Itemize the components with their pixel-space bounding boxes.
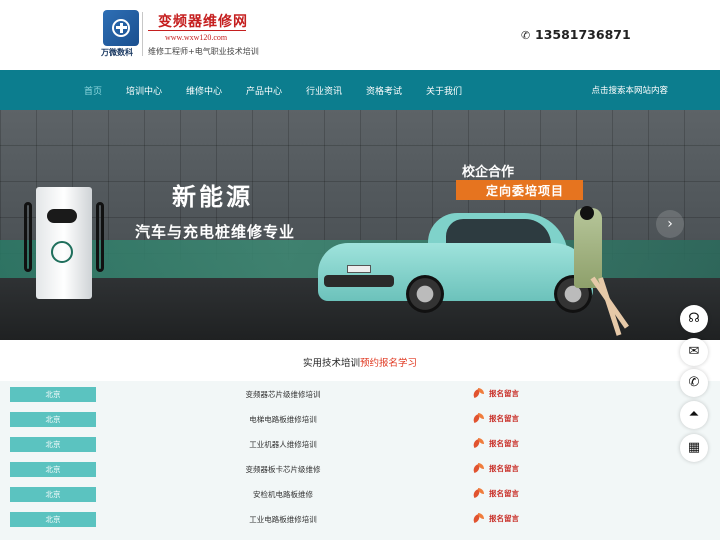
signup-button[interactable]: 报名留言 — [473, 463, 519, 474]
nav-item-home[interactable]: 首页 — [84, 84, 102, 97]
company-logo[interactable] — [103, 10, 139, 46]
signup-label: 报名留言 — [489, 414, 519, 423]
course-list: 北京 变频器芯片级维修培训 报名留言 北京 电梯电路板维修培训 报名留言 北京 … — [0, 381, 720, 540]
signup-icon — [473, 388, 484, 397]
site-url: www.wxw120.com — [165, 33, 228, 42]
nav-search-link[interactable]: 点击搜索本网站内容 — [591, 84, 668, 96]
charger-cable-right — [96, 202, 104, 272]
car-plate — [347, 265, 371, 273]
course-name[interactable]: 变频器芯片级维修培训 — [150, 389, 416, 400]
model-person-head — [580, 206, 594, 220]
header-phone[interactable]: ✆ 13581736871 — [521, 27, 631, 42]
course-row: 北京 变频器板卡芯片级维修 报名留言 — [0, 457, 720, 482]
charger-cable-left — [24, 202, 32, 272]
signup-icon — [473, 413, 484, 422]
course-name[interactable]: 电梯电路板维修培训 — [150, 414, 416, 425]
banner-subtitle: 汽车与充电桩维修专业 — [135, 223, 296, 241]
course-name[interactable]: 工业机器人维修培训 — [150, 439, 416, 450]
signup-icon — [473, 488, 484, 497]
phone-icon[interactable]: ✆ — [680, 369, 708, 397]
site-header: 万微数科 变频器维修网 www.wxw120.com 维修工程师+电气职业技术培… — [0, 0, 720, 70]
apps-icon[interactable]: ▦ — [680, 434, 708, 462]
course-city-tag: 北京 — [10, 387, 96, 402]
course-city-tag: 北京 — [10, 512, 96, 527]
banner-title: 新能源 — [172, 183, 253, 211]
nav-item-exam[interactable]: 资格考试 — [366, 84, 402, 97]
car-front-wheel — [406, 275, 444, 313]
headset-icon[interactable]: ☊ — [680, 305, 708, 333]
phone-icon: ✆ — [521, 29, 531, 42]
course-name[interactable]: 安检机电路板维修 — [150, 489, 416, 500]
phone-number: 13581736871 — [535, 27, 631, 42]
signup-button[interactable]: 报名留言 — [473, 488, 519, 499]
course-city-tag: 北京 — [10, 437, 96, 452]
charger-logo-icon — [51, 241, 73, 263]
site-name-underline — [148, 30, 246, 31]
search-icon[interactable]: ⌕ — [661, 83, 667, 94]
courses-heading: 实用技术培训预约报名学习 — [0, 355, 720, 369]
logo-divider — [142, 12, 143, 56]
signup-icon — [473, 438, 484, 447]
course-row: 北京 变频器芯片级维修培训 报名留言 — [0, 382, 720, 407]
signup-button[interactable]: 报名留言 — [473, 438, 519, 449]
signup-button[interactable]: 报名留言 — [473, 413, 519, 424]
electric-car-image — [318, 213, 598, 313]
course-city-tag: 北京 — [10, 487, 96, 502]
nav-item-repair[interactable]: 维修中心 — [186, 84, 222, 97]
course-row: 北京 工业电路板维修培训 报名留言 — [0, 507, 720, 532]
main-nav: 首页 培训中心 维修中心 产品中心 行业资讯 资格考试 关于我们 点击搜索本网站… — [0, 70, 720, 110]
signup-label: 报名留言 — [489, 514, 519, 523]
nav-item-news[interactable]: 行业资讯 — [306, 84, 342, 97]
back-to-top-icon[interactable]: ⏶ — [680, 401, 708, 429]
signup-button[interactable]: 报名留言 — [473, 388, 519, 399]
banner-coop-title: 校企合作 — [462, 165, 515, 180]
course-city-tag: 北京 — [10, 412, 96, 427]
hero-banner[interactable]: 新能源 汽车与充电桩维修专业 校企合作 定向委培项目 › — [0, 110, 720, 340]
company-name: 万微数科 — [101, 47, 133, 57]
model-person-image — [574, 208, 602, 288]
course-row: 北京 工业机器人维修培训 报名留言 — [0, 432, 720, 457]
banner-next-arrow[interactable]: › — [656, 210, 684, 238]
course-name[interactable]: 变频器板卡芯片级维修 — [150, 464, 416, 475]
charging-station-image — [36, 187, 92, 299]
courses-heading-prefix: 实用技术培训 — [302, 358, 360, 369]
banner-coop-label: 定向委培项目 — [486, 184, 565, 198]
nav-item-training[interactable]: 培训中心 — [126, 84, 162, 97]
nav-item-about[interactable]: 关于我们 — [426, 84, 462, 97]
signup-icon — [473, 463, 484, 472]
course-row: 北京 电梯电路板维修培训 报名留言 — [0, 407, 720, 432]
signup-icon — [473, 513, 484, 522]
course-city-tag: 北京 — [10, 462, 96, 477]
signup-label: 报名留言 — [489, 389, 519, 398]
courses-heading-highlight[interactable]: 预约报名学习 — [360, 358, 417, 369]
course-row: 北京 安检机电路板维修 报名留言 — [0, 482, 720, 507]
car-grille — [324, 275, 394, 287]
charger-screen — [47, 209, 77, 223]
nav-item-products[interactable]: 产品中心 — [246, 84, 282, 97]
wechat-icon[interactable]: ✉ — [680, 338, 708, 366]
site-slogan: 维修工程师+电气职业技术培训 — [148, 47, 259, 56]
signup-label: 报名留言 — [489, 464, 519, 473]
signup-button[interactable]: 报名留言 — [473, 513, 519, 524]
course-name[interactable]: 工业电路板维修培训 — [150, 514, 416, 525]
logo-cross-icon — [112, 19, 130, 37]
signup-label: 报名留言 — [489, 439, 519, 448]
site-name[interactable]: 变频器维修网 — [158, 11, 248, 31]
signup-label: 报名留言 — [489, 489, 519, 498]
